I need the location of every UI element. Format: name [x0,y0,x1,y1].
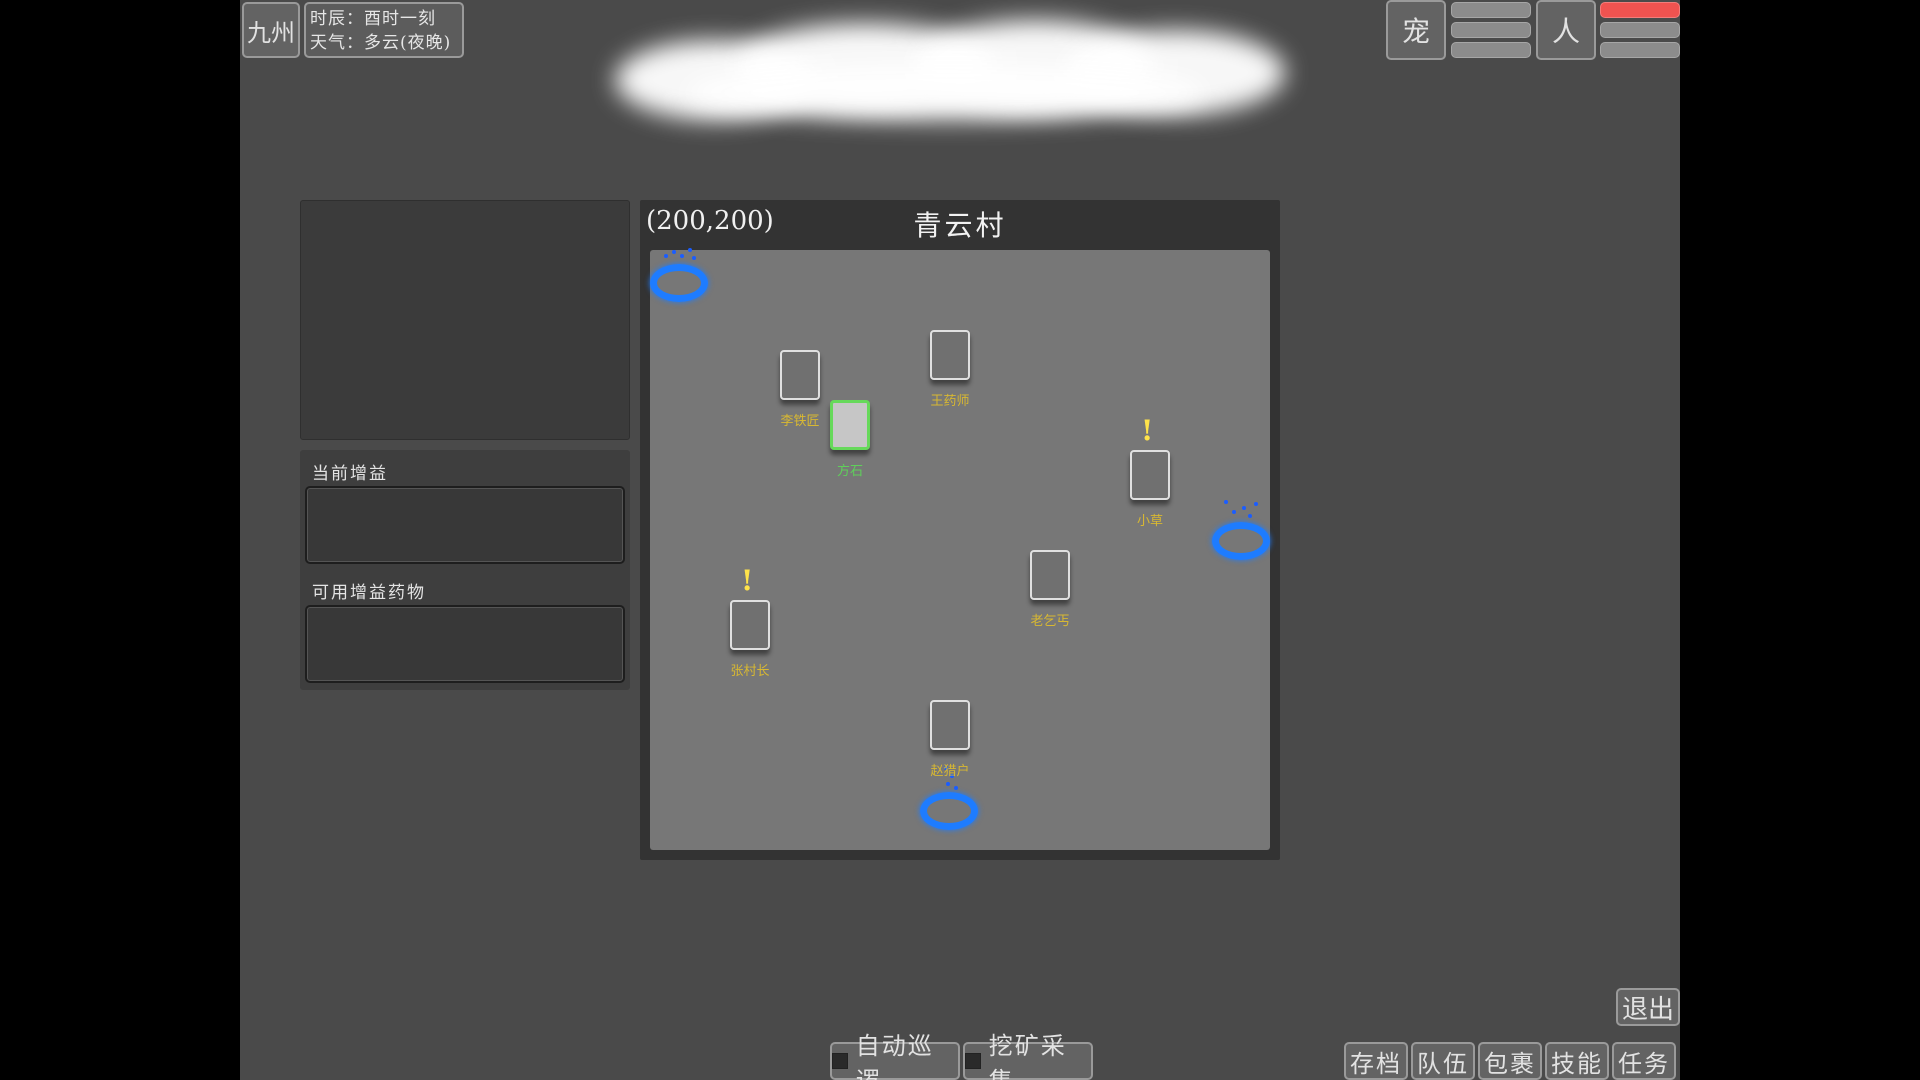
npc-card [1030,550,1070,600]
team-label: 队伍 [1417,1049,1469,1078]
npc-lao-qigai[interactable]: 老乞丐 [1020,550,1080,650]
weather-cloud [585,15,1320,125]
current-buff-slot [305,486,625,564]
pet-button[interactable]: 宠 [1386,0,1446,60]
npc-card [930,330,970,380]
buff-panel: 当前增益 可用增益药物 [300,450,630,690]
quests-label: 任务 [1618,1049,1670,1078]
npc-card [930,700,970,750]
character-label: 人 [1551,15,1580,48]
map-title: 青云村 [913,209,1007,242]
portal-top-left[interactable] [650,248,710,303]
skills-button[interactable]: 技能 [1545,1042,1609,1080]
preview-panel [300,200,630,440]
mining-toggle[interactable]: 挖矿采集 [963,1032,1093,1080]
npc-zhang-cunzhang[interactable]: ! 张村长 [720,564,780,700]
quest-exclamation-icon: ! [741,564,754,597]
current-buff-label: 当前增益 [312,464,388,484]
npc-name: 小草 [1136,514,1163,529]
available-potion-slot[interactable] [305,605,625,683]
inventory-button[interactable]: 包裹 [1478,1042,1542,1080]
time-text: 时辰：酉时一刻 [310,9,436,29]
auto-patrol-checkbox[interactable] [832,1053,848,1069]
pet-exp-bar [1451,42,1531,58]
npc-zhao-liehu[interactable]: 赵猎户 [920,700,980,800]
npc-xiao-cao[interactable]: ! 小草 [1120,414,1180,550]
team-button[interactable]: 队伍 [1411,1042,1475,1080]
character-health-bar [1600,2,1680,18]
exit-button[interactable]: 退出 [1616,988,1680,1026]
available-potion-label: 可用增益药物 [312,583,426,603]
character-mana-bar [1600,22,1680,38]
region-label: 九州 [247,18,295,47]
npc-card [730,600,770,650]
quests-button[interactable]: 任务 [1612,1042,1676,1080]
npc-name: 张村长 [730,664,770,679]
pet-label: 宠 [1401,15,1430,48]
mining-checkbox[interactable] [965,1053,981,1069]
player-character[interactable]: 方石 [820,400,880,500]
mining-label: 挖矿采集 [988,1032,1067,1080]
map-area[interactable]: 李铁匠 王药师 方石 ! 小草 老乞丐 ! 张村长 赵猎户 [650,248,1272,850]
character-button[interactable]: 人 [1536,0,1596,60]
skills-label: 技能 [1551,1049,1603,1078]
quest-exclamation-icon: ! [1141,414,1154,447]
auto-patrol-label: 自动巡逻 [855,1032,934,1080]
map-window: (200,200) 青云村 李铁匠 王药师 方石 ! 小草 老乞丐 ! 张村长 … [640,200,1280,860]
exit-label: 退出 [1621,994,1674,1025]
inventory-label: 包裹 [1484,1049,1536,1078]
save-button[interactable]: 存档 [1344,1042,1408,1080]
game-screen: 九州 时辰：酉时一刻 天气：多云(夜晚) 宠 人 当前增益 可用增益药物 (20… [240,0,1680,1080]
player-name: 方石 [836,464,863,479]
npc-name: 王药师 [930,394,970,409]
character-exp-bar [1600,42,1680,58]
npc-card [780,350,820,400]
npc-card [1130,450,1170,500]
npc-name: 老乞丐 [1030,614,1070,629]
portal-east[interactable] [1212,500,1272,561]
weather-text: 天气：多云(夜晚) [310,33,452,53]
npc-name: 赵猎户 [930,764,970,779]
region-button[interactable]: 九州 [242,2,300,58]
save-label: 存档 [1350,1049,1402,1078]
auto-patrol-toggle[interactable]: 自动巡逻 [830,1032,960,1080]
player-card [830,400,870,450]
time-weather-box: 时辰：酉时一刻 天气：多云(夜晚) [304,2,464,58]
npc-wang-yaoshi[interactable]: 王药师 [920,330,980,430]
pet-health-bar [1451,2,1531,18]
pet-mana-bar [1451,22,1531,38]
